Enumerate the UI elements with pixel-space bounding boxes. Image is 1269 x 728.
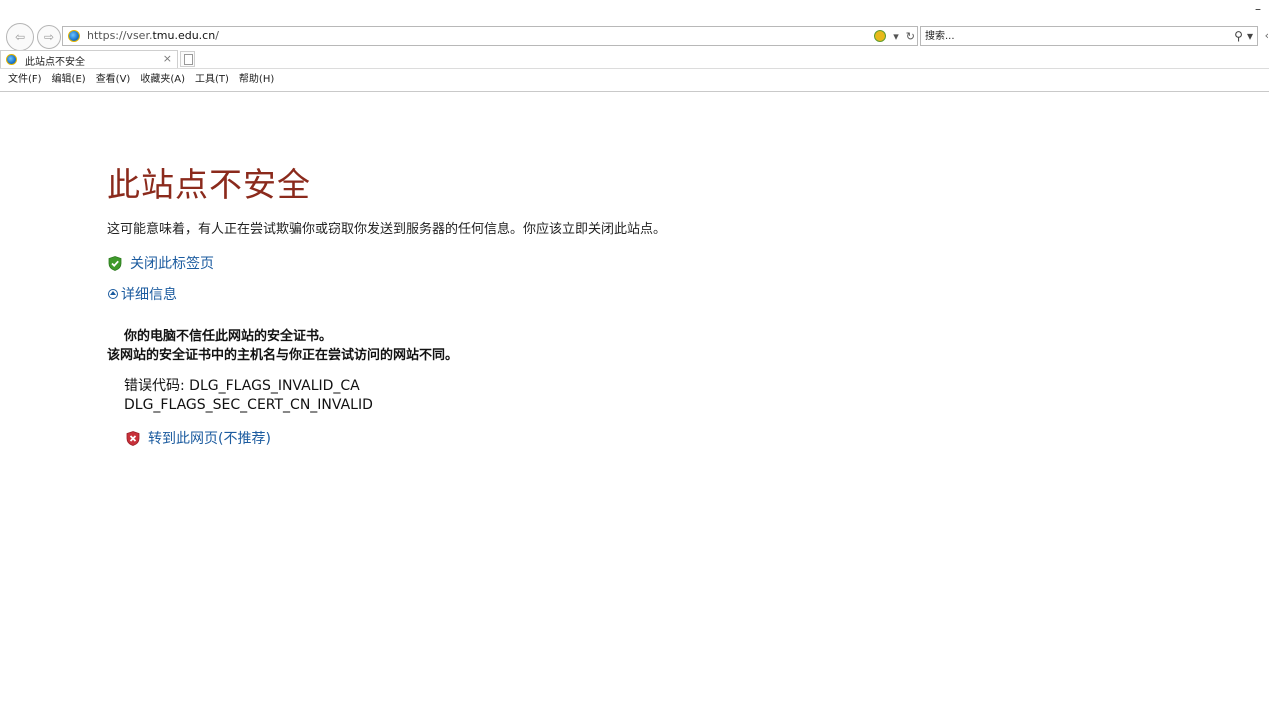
url-prefix: https://vser. — [87, 29, 153, 42]
close-tab-label: 关闭此标签页 — [130, 256, 214, 272]
url-text[interactable]: https://vser.tmu.edu.cn/ — [87, 29, 219, 42]
compatibility-view-icon[interactable] — [874, 30, 887, 42]
search-actions: ⚲ ▾ — [1234, 27, 1253, 45]
goto-page-link[interactable]: 转到此网页(不推荐) — [126, 428, 271, 448]
menu-edit[interactable]: 编辑(E) — [52, 71, 86, 89]
forward-button[interactable]: ⇨ — [37, 25, 61, 49]
forward-arrow-icon: ⇨ — [43, 30, 55, 44]
detail-hostname-mismatch: 该网站的安全证书中的主机名与你正在尝试访问的网站不同。 — [107, 348, 459, 363]
ie-page-icon — [68, 30, 80, 42]
minimize-button[interactable]: – — [1255, 2, 1261, 16]
address-dropdown-icon[interactable]: ▾ — [893, 30, 899, 43]
menu-bar: 文件(F) 编辑(E) 查看(V) 收藏夹(A) 工具(T) 帮助(H) — [0, 71, 284, 89]
menu-tools[interactable]: 工具(T) — [195, 71, 229, 89]
search-icon[interactable]: ⚲ — [1234, 29, 1243, 43]
details-label: 详细信息 — [121, 287, 177, 303]
error-code-line-1: 错误代码: DLG_FLAGS_INVALID_CA — [124, 378, 360, 394]
page-title: 此站点不安全 — [107, 165, 311, 204]
detail-untrusted-cert: 你的电脑不信任此网站的安全证书。 — [124, 329, 333, 344]
tab-current[interactable]: 此站点不安全 × — [0, 50, 178, 69]
tab-ie-icon — [6, 54, 17, 65]
browser-chrome: – ⇦ ⇨ https://vser.tmu.edu.cn/ ▾ ↻ ⚲ ▾ ‹… — [0, 0, 1269, 92]
menu-help[interactable]: 帮助(H) — [239, 71, 274, 89]
tab-strip-divider — [0, 68, 1269, 69]
menu-favorites[interactable]: 收藏夹(A) — [140, 71, 185, 89]
warning-description: 这可能意味着，有人正在尝试欺骗你或窃取你发送到服务器的任何信息。你应该立即关闭此… — [107, 222, 667, 237]
url-host: tmu.edu.cn — [152, 29, 216, 42]
search-input[interactable] — [925, 28, 1205, 44]
menu-view[interactable]: 查看(V) — [96, 71, 131, 89]
search-dropdown-icon[interactable]: ▾ — [1247, 29, 1253, 43]
page-content: 此站点不安全 这可能意味着，有人正在尝试欺骗你或窃取你发送到服务器的任何信息。你… — [0, 92, 1269, 728]
details-toggle-link[interactable]: 详细信息 — [108, 284, 177, 304]
error-code-line-2: DLG_FLAGS_SEC_CERT_CN_INVALID — [124, 397, 373, 413]
goto-label: 转到此网页(不推荐) — [148, 431, 271, 447]
home-edge-icon[interactable]: ‹ — [1265, 29, 1269, 42]
back-arrow-icon: ⇦ — [14, 30, 26, 44]
collapse-arrow-icon — [108, 289, 118, 299]
close-tab-link[interactable]: 关闭此标签页 — [108, 253, 214, 273]
error-code-block: 错误代码: DLG_FLAGS_INVALID_CA DLG_FLAGS_SEC… — [124, 377, 373, 415]
back-button[interactable]: ⇦ — [6, 23, 34, 51]
refresh-icon[interactable]: ↻ — [906, 30, 915, 43]
address-bar[interactable]: https://vser.tmu.edu.cn/ ▾ ↻ — [62, 26, 918, 46]
tab-label: 此站点不安全 — [25, 57, 85, 68]
address-actions: ▾ ↻ — [874, 28, 915, 44]
green-shield-icon — [108, 255, 122, 271]
red-shield-icon — [126, 430, 140, 446]
tab-close-icon[interactable]: × — [163, 52, 172, 65]
new-tab-button[interactable] — [180, 51, 195, 67]
search-box[interactable]: ⚲ ▾ — [920, 26, 1258, 46]
menu-file[interactable]: 文件(F) — [8, 71, 42, 89]
url-suffix: / — [215, 29, 219, 42]
